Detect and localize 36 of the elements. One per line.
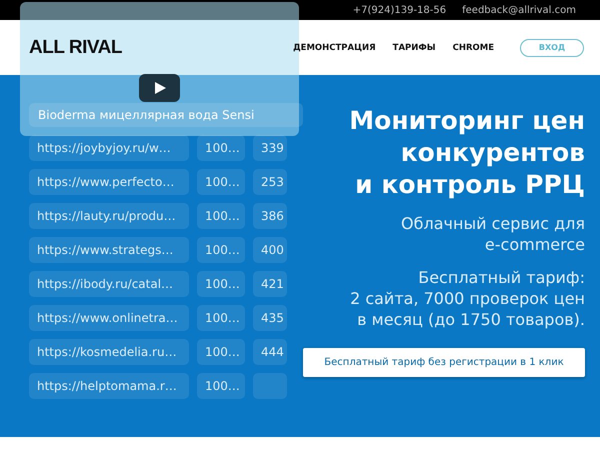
hero-subtitle: Облачный сервис для e-commerce — [401, 213, 585, 255]
play-button[interactable] — [139, 74, 180, 102]
url-cell: https://www.strategs… — [29, 237, 189, 263]
plan-description: Бесплатный тариф: 2 сайта, 7000 проверок цен в месяц (до 1750 товаров). — [350, 267, 585, 330]
nav-link[interactable]: ТАРИФЫ — [392, 42, 436, 52]
table-cell: 100… — [197, 169, 245, 195]
cta-button[interactable]: Бесплатный тариф без регистрации в 1 клик — [303, 348, 585, 377]
price-cell: 421 — [253, 271, 287, 297]
price-cell: 435 — [253, 305, 287, 331]
hero-title: Мониторинг цен конкурентов и контроль РРЦ — [349, 105, 585, 201]
logo[interactable]: ALL RIVAL — [29, 36, 122, 58]
table-cell: 100… — [197, 237, 245, 263]
url-cell: https://ibody.ru/catal… — [29, 271, 189, 297]
play-icon — [152, 81, 166, 95]
url-cell: https://www.onlinetra… — [29, 305, 189, 331]
url-cell: https://helptomama.r… — [29, 373, 189, 399]
table-cell: 100… — [197, 339, 245, 365]
url-cell: https://www.perfecto… — [29, 169, 189, 195]
phone-number: +7(924)139-18-56 — [352, 4, 446, 16]
table-cell: 100… — [197, 203, 245, 229]
nav-link[interactable]: ДЕМОНСТРАЦИЯ — [293, 42, 376, 52]
price-cell — [253, 373, 287, 399]
nav-link[interactable]: CHROME — [452, 42, 494, 52]
price-cell: 339 — [253, 135, 287, 161]
table-cell: 100… — [197, 305, 245, 331]
price-cell: 253 — [253, 169, 287, 195]
table-cell: 100… — [197, 373, 245, 399]
price-cell: 386 — [253, 203, 287, 229]
table-cell: 100… — [197, 135, 245, 161]
url-cell: https://kosmedelia.ru… — [29, 339, 189, 365]
url-cell: https://joybyjoy.ru/w… — [29, 135, 189, 161]
table-cell: 100… — [197, 271, 245, 297]
price-cell: 400 — [253, 237, 287, 263]
email-link[interactable]: feedback@allrival.com — [462, 4, 576, 16]
price-cell: 444 — [253, 339, 287, 365]
url-cell: https://lauty.ru/produ… — [29, 203, 189, 229]
